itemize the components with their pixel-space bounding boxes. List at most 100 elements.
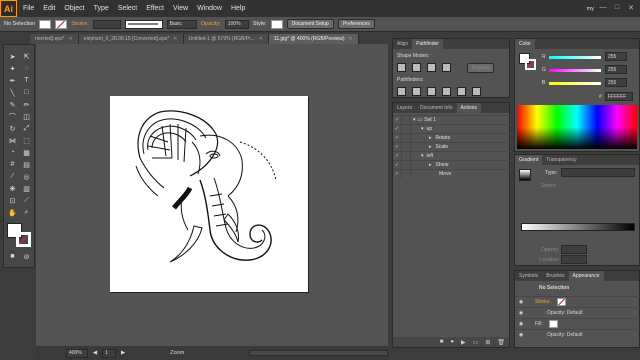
outline-icon[interactable] — [457, 87, 466, 96]
intersect-icon[interactable] — [427, 63, 436, 72]
close-tab-icon[interactable]: ✕ — [173, 36, 177, 42]
blob-brush-icon[interactable]: ⌒ — [7, 111, 18, 122]
scale-tool-icon[interactable]: ⤢ — [21, 123, 32, 134]
tab-pathfinder[interactable]: Pathfinder — [412, 39, 443, 49]
brush-definition[interactable]: Basic — [166, 19, 197, 29]
opacity-label[interactable]: Opacity: — [201, 21, 221, 27]
tab-align[interactable]: Align — [393, 39, 412, 49]
red-value-field[interactable]: 255 — [605, 52, 627, 61]
artboard-number[interactable]: 1 — [102, 348, 116, 358]
tab-gradient[interactable]: Gradient — [515, 155, 543, 165]
line-tool-icon[interactable]: ╲ — [7, 87, 18, 98]
expand-triangle-icon[interactable]: ▾ — [421, 153, 424, 159]
artboard[interactable] — [110, 96, 308, 292]
stop-icon[interactable]: ■ — [440, 339, 444, 345]
crop-icon[interactable] — [442, 87, 451, 96]
hex-field[interactable]: FFFFFF — [605, 92, 633, 101]
opacity-field[interactable]: 100% — [224, 19, 249, 29]
tab-appearance[interactable]: Appearance — [568, 271, 604, 281]
red-slider[interactable] — [549, 56, 601, 59]
menu-file[interactable]: File — [23, 5, 34, 12]
tab-actions[interactable]: Actions — [456, 103, 481, 113]
divide-icon[interactable] — [397, 87, 406, 96]
tab-layers[interactable]: Layers — [393, 103, 416, 113]
collapsed-triangle-icon[interactable]: ▸ — [429, 144, 432, 150]
collapsed-triangle-icon[interactable]: ▸ — [429, 135, 432, 141]
action-row[interactable]: ✓ ▾ ▭ Set 1 — [393, 115, 511, 125]
action-row[interactable]: ✓ ▾ up — [393, 124, 511, 134]
gradient-tool-icon[interactable]: ▤ — [21, 159, 32, 170]
tab-document-active[interactable]: 11.jpg* @ 400% (RGB/Preview) ✕ — [268, 34, 359, 44]
action-row[interactable]: ✓ ▸ Scale — [393, 142, 511, 152]
prev-artboard-icon[interactable]: ◀ — [93, 350, 97, 356]
new-action-icon[interactable]: ⊞ — [485, 339, 490, 346]
tab-color[interactable]: Color — [515, 39, 535, 49]
preferences-button[interactable]: Preferences — [337, 19, 375, 29]
delete-icon[interactable]: 🗑 — [497, 339, 505, 346]
visibility-eye-icon[interactable]: ◉ — [515, 321, 527, 327]
menu-effect[interactable]: Effect — [146, 5, 164, 12]
exclude-icon[interactable] — [442, 63, 451, 72]
graphic-style-swatch[interactable] — [270, 19, 283, 29]
gradient-opacity-field[interactable] — [561, 245, 587, 254]
visibility-eye-icon[interactable]: ◉ — [515, 332, 527, 338]
collapsed-triangle-icon[interactable]: ▸ — [429, 162, 432, 168]
color-mode-icon[interactable]: ■ — [7, 251, 18, 262]
tab-document-2[interactable]: elephant_6_28.09.15 [Converted].eps* ✕ — [78, 34, 184, 44]
artboard-tool-icon[interactable]: ⊡ — [7, 195, 18, 206]
visibility-eye-icon[interactable]: ◉ — [515, 310, 527, 316]
horizontal-scrollbar[interactable] — [249, 350, 388, 356]
expand-button[interactable]: Expand — [467, 63, 494, 73]
close-tab-icon[interactable]: ✕ — [68, 36, 72, 42]
magic-wand-icon[interactable]: ✦ — [7, 63, 18, 74]
unite-icon[interactable] — [397, 63, 406, 72]
appearance-opacity-row[interactable]: ◉ Opacity: Default — [515, 307, 640, 318]
appearance-opacity-row[interactable]: ◉ Opacity: Default — [515, 329, 640, 340]
record-icon[interactable]: ● — [450, 339, 454, 345]
menu-type[interactable]: Type — [94, 5, 109, 12]
minimize-icon[interactable]: — — [598, 4, 608, 14]
shape-builder-icon[interactable]: ◔ — [7, 147, 18, 158]
direct-selection-tool-icon[interactable]: ⇱ — [21, 51, 32, 62]
eraser-tool-icon[interactable]: ◫ — [21, 111, 32, 122]
workspace-switcher[interactable]: my — [587, 6, 594, 12]
stroke-color-box[interactable] — [16, 232, 31, 247]
menu-view[interactable]: View — [173, 5, 188, 12]
next-artboard-icon[interactable]: ▶ — [121, 350, 125, 356]
graph-tool-icon[interactable]: ▥ — [21, 183, 32, 194]
stroke-weight-field[interactable] — [92, 19, 121, 29]
green-value-field[interactable]: 255 — [605, 65, 627, 74]
type-tool-icon[interactable]: T — [21, 75, 32, 86]
minus-back-icon[interactable] — [472, 87, 481, 96]
width-tool-icon[interactable]: ⋈ — [7, 135, 18, 146]
menu-edit[interactable]: Edit — [43, 5, 55, 12]
perspective-grid-icon[interactable]: ▦ — [21, 147, 32, 158]
minus-front-icon[interactable] — [412, 63, 421, 72]
maximize-icon[interactable]: □ — [612, 4, 622, 14]
expand-triangle-icon[interactable]: ▾ — [413, 117, 416, 123]
rectangle-tool-icon[interactable]: □ — [21, 87, 32, 98]
paintbrush-tool-icon[interactable]: ✎ — [7, 99, 18, 110]
selection-tool-icon[interactable]: ➤ — [7, 51, 18, 62]
slice-tool-icon[interactable]: ⟋ — [21, 195, 32, 206]
stroke-none-swatch[interactable] — [556, 298, 566, 306]
action-row[interactable]: ✓ ▸ Rotate — [393, 133, 511, 143]
eyedropper-icon[interactable]: ⁄ — [7, 171, 18, 182]
pen-tool-icon[interactable]: ✒ — [7, 75, 18, 86]
tab-brushes[interactable]: Brushes — [542, 271, 568, 281]
fill-swatch[interactable] — [39, 19, 52, 29]
tab-document-1[interactable]: nverted].eps* ✕ — [30, 34, 79, 44]
free-transform-icon[interactable]: ⬚ — [21, 135, 32, 146]
blue-slider[interactable] — [549, 82, 601, 85]
new-set-icon[interactable]: ▭ — [473, 339, 479, 346]
blue-value-field[interactable]: 255 — [605, 78, 627, 87]
gradient-location-field[interactable] — [561, 255, 587, 264]
tab-symbols[interactable]: Symbols — [515, 271, 542, 281]
appearance-stroke-row[interactable]: ◉ Stroke: — [515, 296, 640, 307]
blend-tool-icon[interactable]: ◎ — [21, 171, 32, 182]
tab-transparency[interactable]: Transparency — [542, 155, 580, 165]
action-row[interactable]: ✓ Move — [393, 169, 511, 179]
gradient-preview[interactable] — [519, 169, 531, 181]
rotate-tool-icon[interactable]: ↻ — [7, 123, 18, 134]
lasso-tool-icon[interactable]: ◌ — [21, 63, 32, 74]
